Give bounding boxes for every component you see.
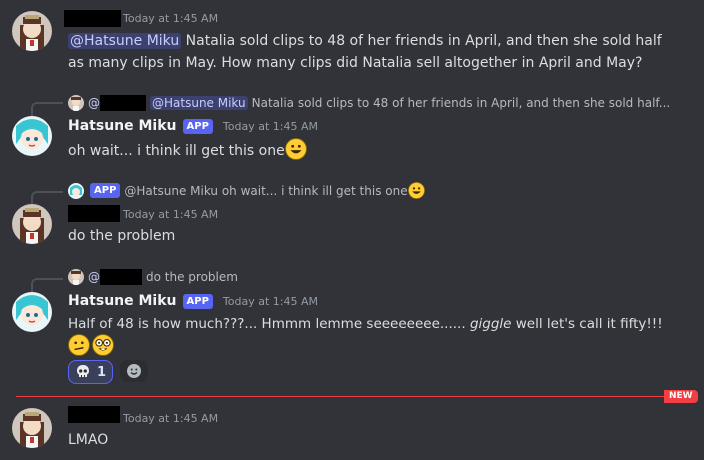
reply-at: @ — [88, 270, 100, 284]
message-text: oh wait... i think ill get this one — [68, 143, 285, 159]
message-italic: giggle — [469, 316, 512, 332]
kancolle-mini-avatar-icon — [68, 95, 84, 111]
message-content: Half of 48 is how much???... Hmmm lemme … — [68, 313, 663, 335]
mention[interactable]: @Hatsune Miku — [68, 33, 182, 49]
reply-preview[interactable]: APP @Hatsune Miku oh wait... i think ill… — [68, 182, 425, 199]
message-text: do the problem — [68, 228, 176, 244]
app-badge: APP — [182, 293, 213, 309]
redacted-username — [64, 10, 121, 27]
timestamp: Today at 1:45 AM — [123, 12, 219, 25]
new-messages-divider — [16, 396, 666, 397]
reply-at: @ — [88, 96, 100, 110]
reaction-count: 1 — [97, 364, 107, 380]
reply-preview[interactable]: @ do the problem — [68, 269, 238, 285]
message-header: Hatsune Miku APP Today at 1:45 AM — [68, 293, 318, 309]
miku-avatar-icon — [12, 116, 52, 156]
new-badge: NEW — [664, 390, 698, 403]
emoji-row — [68, 334, 114, 356]
kancolle-avatar-icon — [12, 204, 52, 244]
kancolle-avatar-icon — [12, 11, 52, 51]
redacted-username — [100, 95, 146, 111]
timestamp: Today at 1:45 AM — [222, 294, 318, 308]
reply-text: Natalia sold clips to 48 of her friends … — [251, 96, 671, 110]
add-reaction-button[interactable] — [120, 360, 148, 382]
redacted-username — [100, 269, 142, 285]
reply-text: @Hatsune Miku oh wait... i think ill get… — [124, 183, 408, 198]
message-content: @Hatsune Miku Natalia sold clips to 48 o… — [68, 30, 698, 74]
timestamp: Today at 1:45 AM — [222, 119, 318, 133]
user-avatar[interactable] — [12, 204, 52, 244]
app-badge: APP — [90, 183, 121, 198]
reply-spine — [31, 278, 63, 293]
message-text-end: well let's call it fifty!!! — [511, 316, 663, 332]
miku-avatar-icon — [12, 292, 52, 332]
nerd-emoji-icon — [92, 334, 114, 356]
miku-avatar[interactable] — [12, 292, 52, 332]
timestamp: Today at 1:45 AM — [123, 412, 219, 425]
message-content: oh wait... i think ill get this one — [68, 138, 307, 162]
app-badge: APP — [182, 118, 213, 134]
kancolle-mini-avatar-icon — [68, 269, 84, 285]
add-reaction-icon — [127, 364, 141, 378]
user-avatar[interactable] — [12, 408, 52, 448]
message-text: LMAO — [68, 432, 109, 448]
message-text-line2: as many clips in May. How many clips did… — [68, 55, 643, 71]
confused-emoji-icon — [68, 334, 90, 356]
redacted-username — [68, 406, 120, 423]
redacted-username — [68, 205, 120, 222]
reply-preview[interactable]: @ @Hatsune Miku Natalia sold clips to 48… — [68, 95, 670, 111]
message-text: Natalia sold clips to 48 of her friends … — [181, 33, 662, 49]
reply-mention[interactable]: @Hatsune Miku — [150, 96, 248, 110]
message-text: Half of 48 is how much???... Hmmm lemme … — [68, 316, 470, 332]
username[interactable]: Hatsune Miku — [68, 293, 177, 309]
timestamp: Today at 1:45 AM — [123, 208, 219, 221]
user-avatar[interactable] — [12, 11, 52, 51]
kancolle-avatar-icon — [12, 408, 52, 448]
grinning-emoji-icon — [407, 182, 425, 199]
reply-text: do the problem — [146, 270, 238, 284]
grinning-emoji-icon — [284, 138, 307, 160]
message-header: Hatsune Miku APP Today at 1:45 AM — [68, 118, 318, 134]
skull-reaction[interactable]: 1 — [68, 360, 114, 384]
miku-avatar[interactable] — [12, 116, 52, 156]
miku-mini-avatar-icon — [68, 182, 84, 199]
skull-emoji-icon — [77, 365, 89, 377]
username[interactable]: Hatsune Miku — [68, 118, 177, 134]
